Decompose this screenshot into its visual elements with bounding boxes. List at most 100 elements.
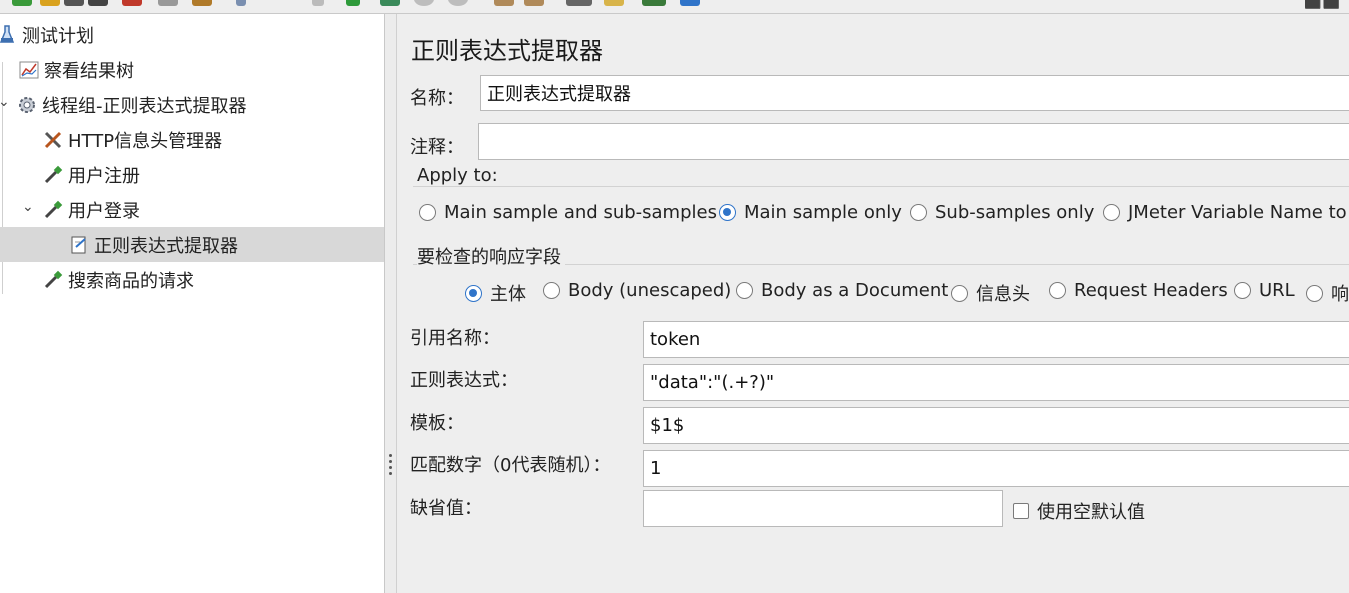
apply-main-and-sub-radio[interactable]: Main sample and sub-samples (419, 202, 717, 223)
save-icon[interactable] (88, 0, 108, 6)
reference-name-input[interactable]: token (643, 321, 1349, 358)
apply-jmeter-variable-radio[interactable]: JMeter Variable Name to (1103, 202, 1347, 223)
apply-main-only-radio[interactable]: Main sample only (719, 202, 902, 223)
radio-selected-icon (719, 204, 736, 221)
radio-icon (1103, 204, 1120, 221)
apply-to-group-border (413, 186, 1349, 187)
radio-label: Body (unescaped) (568, 280, 732, 301)
tree-item-label: 用户注册 (68, 165, 140, 187)
status-indicator-icon: ⬛⬛ (1304, 0, 1341, 10)
function-helper-icon[interactable] (642, 0, 666, 6)
paste-icon[interactable] (192, 0, 212, 6)
field-request-headers-radio[interactable]: Request Headers (1049, 280, 1228, 301)
open-icon[interactable] (64, 0, 84, 6)
tree-item-label: 线程组-正则表达式提取器 (42, 95, 247, 117)
reference-name-label: 引用名称： (410, 328, 500, 349)
remote-stop-icon[interactable] (524, 0, 544, 6)
default-value-input[interactable] (643, 490, 1003, 527)
tree-item-label: 测试计划 (22, 25, 94, 47)
tree-item-label: 察看结果树 (44, 60, 134, 82)
tree-item-thread-group[interactable]: ⌄ 线程组-正则表达式提取器 (0, 87, 384, 122)
tree-item-result-tree[interactable]: 察看结果树 (0, 52, 384, 87)
thread-group-gear-icon (16, 94, 38, 116)
field-headers-radio[interactable]: 信息头 (951, 280, 1030, 306)
test-plan-icon (0, 24, 18, 46)
tree-item-http-header-manager[interactable]: HTTP信息头管理器 (0, 122, 384, 157)
radio-label: Sub-samples only (935, 202, 1095, 223)
toolbar: ⬛⬛ (0, 0, 1349, 14)
regex-extractor-panel: 正则表达式提取器 名称： 正则表达式提取器 注释： Apply to: Main… (397, 14, 1349, 593)
drag-grip-icon[interactable] (389, 454, 392, 475)
expand-chevron-icon[interactable]: ⌄ (22, 199, 34, 215)
tree-item-label: 用户登录 (68, 200, 140, 222)
radio-label: Main sample only (744, 202, 902, 223)
regex-label: 正则表达式： (410, 370, 518, 391)
match-number-input[interactable]: 1 (643, 450, 1349, 487)
radio-label: JMeter Variable Name to (1128, 202, 1347, 223)
radio-icon (736, 282, 753, 299)
radio-label: Main sample and sub-samples (444, 202, 717, 223)
sampler-pipette-icon (42, 269, 64, 291)
radio-label: 信息头 (976, 284, 1030, 305)
field-url-radio[interactable]: URL (1234, 280, 1295, 301)
template-label: 模板： (410, 413, 464, 434)
start-icon[interactable] (346, 0, 360, 6)
undo-icon[interactable] (236, 0, 246, 6)
tools-icon (42, 129, 64, 151)
radio-label: 主体 (490, 284, 526, 305)
template-input[interactable]: $1$ (643, 407, 1349, 444)
sampler-pipette-icon (42, 199, 64, 221)
sampler-pipette-icon (42, 164, 64, 186)
field-body-radio[interactable]: 主体 (465, 280, 526, 306)
expand-chevron-icon[interactable]: ⌄ (0, 94, 10, 110)
radio-icon (543, 282, 560, 299)
extractor-document-icon (68, 234, 90, 256)
shutdown-icon[interactable] (448, 0, 468, 6)
result-tree-icon (18, 59, 40, 81)
checkbox-icon (1013, 503, 1029, 519)
clear-all-icon[interactable] (604, 0, 624, 6)
radio-label: URL (1259, 280, 1295, 301)
stop-icon[interactable] (414, 0, 434, 6)
new-icon[interactable] (12, 0, 32, 6)
start-no-pause-icon[interactable] (380, 0, 400, 6)
tree-item-user-register[interactable]: 用户注册 (0, 157, 384, 192)
field-to-check-legend: 要检查的响应字段 (417, 243, 565, 269)
radio-label: Request Headers (1074, 280, 1228, 301)
redo-icon[interactable] (312, 0, 324, 6)
radio-icon (910, 204, 927, 221)
radio-selected-icon (465, 284, 482, 302)
field-body-document-radio[interactable]: Body as a Document (736, 280, 948, 301)
apply-sub-only-radio[interactable]: Sub-samples only (910, 202, 1094, 223)
tree-item-test-plan[interactable]: 测试计划 (0, 17, 384, 52)
field-response-code-radio[interactable]: 响 (1306, 280, 1349, 306)
name-label: 名称： (410, 88, 464, 109)
checkbox-label: 使用空默认值 (1037, 502, 1145, 523)
clear-icon[interactable] (566, 0, 592, 6)
templates-icon[interactable] (40, 0, 60, 6)
radio-icon (1049, 282, 1066, 299)
use-empty-default-checkbox[interactable]: 使用空默认值 (1013, 498, 1145, 524)
regex-input[interactable]: "data":"(.+?)" (643, 364, 1349, 401)
apply-to-legend: Apply to: (417, 165, 502, 186)
radio-icon (951, 284, 968, 302)
field-body-unescaped-radio[interactable]: Body (unescaped) (543, 280, 731, 301)
radio-label: 响 (1331, 284, 1349, 305)
radio-icon (1234, 282, 1251, 299)
remote-start-icon[interactable] (494, 0, 514, 6)
tree-item-search-request[interactable]: 搜索商品的请求 (0, 262, 384, 297)
default-value-label: 缺省值： (410, 498, 482, 519)
tree-item-regex-extractor[interactable]: 正则表达式提取器 (0, 227, 384, 262)
radio-icon (419, 204, 436, 221)
help-icon[interactable] (680, 0, 700, 6)
radio-label: Body as a Document (761, 280, 949, 301)
tree-item-label: 搜索商品的请求 (68, 270, 194, 292)
name-input[interactable]: 正则表达式提取器 (480, 75, 1349, 111)
cut-icon[interactable] (122, 0, 142, 6)
split-pane-divider[interactable] (385, 14, 397, 593)
comment-label: 注释： (410, 137, 464, 158)
tree-item-user-login[interactable]: ⌄ 用户登录 (0, 192, 384, 227)
comment-input[interactable] (478, 123, 1349, 160)
copy-icon[interactable] (158, 0, 178, 6)
page-title: 正则表达式提取器 (411, 37, 603, 65)
